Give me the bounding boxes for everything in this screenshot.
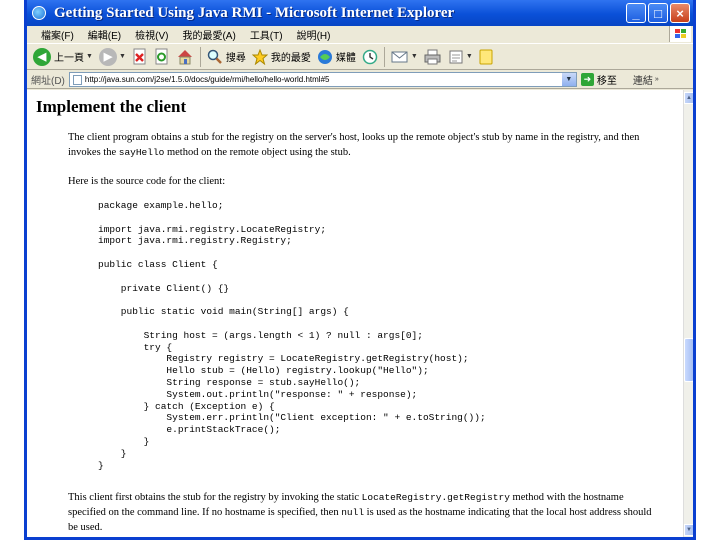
links-button[interactable]: 連結 [633,72,653,87]
search-label: 搜尋 [225,53,246,64]
vertical-scrollbar[interactable]: ▲ ▼ [683,90,693,537]
address-input[interactable]: http://java.sun.com/j2se/1.5.0/docs/guid… [68,72,577,87]
stop-icon [133,48,146,64]
client-source-code: package example.hello; import java.rmi.r… [98,200,486,471]
browser-window: Getting Started Using Java RMI - Microso… [24,0,696,540]
edit-button[interactable]: ▼ [448,49,473,65]
chevron-right-icon[interactable]: » [655,76,659,83]
home-button[interactable] [176,48,194,66]
window-title: Getting Started Using Java RMI - Microso… [54,4,455,21]
title-bar[interactable]: Getting Started Using Java RMI - Microso… [27,0,693,26]
toolbar-separator [383,46,385,67]
mail-button[interactable]: ▼ [391,49,418,65]
refresh-button[interactable] [154,48,170,66]
toolbar-separator [199,46,201,67]
printer-icon [424,49,441,64]
media-label: 媒體 [335,53,356,64]
go-button[interactable]: ➜ 移至 [580,72,617,87]
media-button[interactable]: 媒體 [317,49,356,65]
search-button[interactable]: 搜尋 [207,49,246,65]
forward-arrow-icon: ▶ [98,47,117,66]
back-button[interactable]: ◀ 上一頁 ▼ [33,47,93,66]
edit-page-icon [449,50,463,63]
favorites-label: 我的最愛 [270,53,311,64]
inline-code-null: null [341,507,365,518]
go-arrow-icon: ➜ [580,73,594,86]
favorites-button[interactable]: 我的最愛 [251,48,311,65]
home-icon [177,49,192,64]
windows-flag-icon [669,26,691,42]
intro-text-after: method on the remote object using the st… [164,147,351,158]
forward-button[interactable]: ▶ ▼ [98,47,126,66]
history-icon [362,49,378,64]
search-icon [207,49,222,64]
menu-favorites[interactable]: 我的最愛(A) [182,27,235,42]
refresh-icon [155,48,168,64]
menu-file[interactable]: 檔案(F) [41,27,74,42]
stop-button[interactable] [132,48,148,66]
chevron-down-icon: ▼ [410,53,418,60]
outro-paragraph: This client first obtains the stub for t… [68,490,658,535]
address-label: 網址(D) [31,76,65,87]
scroll-down-icon[interactable]: ▼ [684,524,693,536]
minimize-button[interactable]: _ [626,3,646,23]
menu-edit[interactable]: 編輯(E) [88,27,121,42]
chevron-down-icon: ▼ [86,53,93,60]
back-label: 上一頁 [54,53,84,64]
mail-icon [391,51,408,62]
source-intro: Here is the source code for the client: [68,176,226,187]
page-content: Implement the client The client program … [27,90,683,537]
address-url: http://java.sun.com/j2se/1.5.0/docs/guid… [84,75,330,84]
outro-text-before: This client first obtains the stub for t… [68,492,362,503]
intro-paragraph: The client program obtains a stub for th… [68,130,658,160]
inline-code-getregistry: LocateRegistry.getRegistry [361,492,510,503]
star-icon [251,48,268,65]
scrollbar-thumb[interactable] [684,338,693,382]
print-button[interactable] [424,49,442,65]
menu-tools[interactable]: 工具(T) [250,27,283,42]
menu-help[interactable]: 說明(H) [297,27,331,42]
chevron-down-icon: ▼ [465,53,473,60]
media-icon [317,49,332,64]
history-button[interactable] [362,49,378,65]
address-bar: 網址(D) http://java.sun.com/j2se/1.5.0/doc… [27,71,693,89]
chevron-down-icon[interactable]: ▼ [561,73,576,86]
maximize-button[interactable]: □ [648,3,668,23]
toolbar: ◀ 上一頁 ▼ ▶ ▼ 搜尋 我的最愛 媒體 ▼ ▼ [27,43,693,70]
messenger-button[interactable] [479,49,493,65]
window-controls: _ □ × [626,3,690,23]
ie-logo-icon [32,6,46,20]
page-heading: Implement the client [36,97,187,116]
close-button[interactable]: × [670,3,690,23]
go-label: 移至 [596,76,617,87]
note-icon [479,49,493,64]
chevron-down-icon: ▼ [118,53,126,60]
inline-code-sayhello: sayHello [118,147,165,158]
scroll-up-icon[interactable]: ▲ [684,92,693,104]
page-icon [72,74,82,85]
back-arrow-icon: ◀ [33,47,51,66]
menu-bar: 檔案(F) 編輯(E) 檢視(V) 我的最愛(A) 工具(T) 說明(H) [27,26,693,42]
menu-view[interactable]: 檢視(V) [135,27,168,42]
